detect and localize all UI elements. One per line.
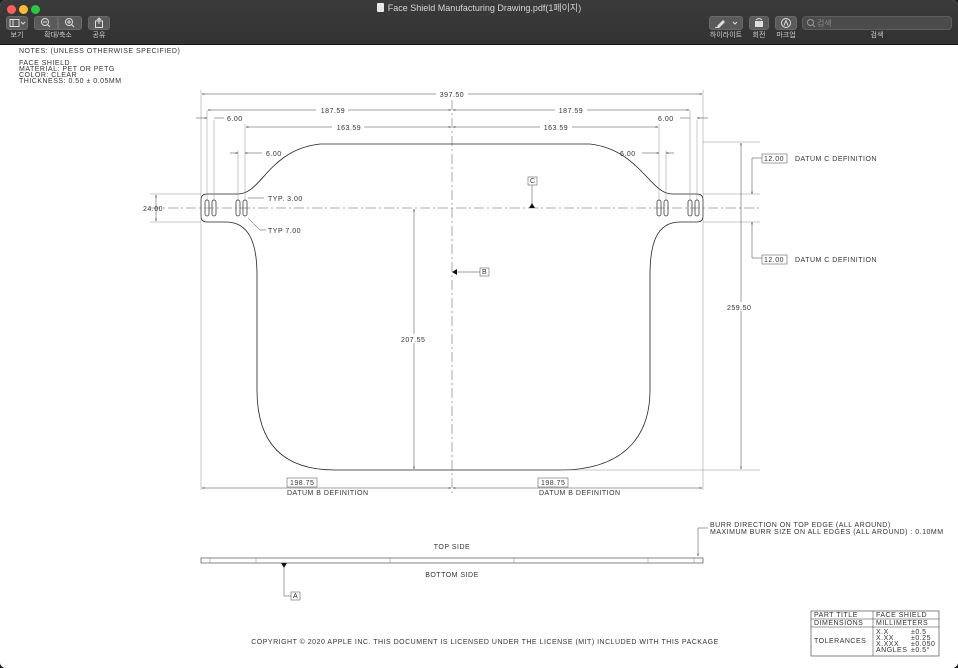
- datum-b-right-value: 198.75: [541, 480, 565, 487]
- highlight-label: 하이라이트: [709, 32, 743, 39]
- extension-lines: [150, 90, 760, 490]
- dim-slot-right: 6.00: [658, 116, 674, 123]
- face-shield-drawing: NOTES: (UNLESS OTHERWISE SPECIFIED) FACE…: [19, 48, 944, 657]
- markup-button[interactable]: [775, 16, 797, 30]
- datum-b-left-label: DATUM B DEFINITION: [287, 490, 369, 497]
- zoom-out-icon: [41, 18, 51, 28]
- dim-half-right: 187.59: [559, 108, 583, 115]
- title-block: PART TITLE FACE SHIELD DIMENSIONS MILLIM…: [810, 610, 940, 657]
- search-field[interactable]: [802, 16, 952, 30]
- datum-c-bottom-label: DATUM C DEFINITION: [795, 257, 877, 264]
- dimensions-label: DIMENSIONS: [814, 620, 863, 627]
- zoom-label: 확대/축소: [44, 32, 72, 39]
- burr-note-line2: MAXIMUM BURR SIZE ON ALL EDGES (ALL AROU…: [710, 529, 944, 536]
- view-label: 보기: [10, 32, 24, 39]
- burr-note-line1: BURR DIRECTION ON TOP EDGE (ALL AROUND): [710, 522, 891, 529]
- markup-label: 마크업: [776, 32, 796, 39]
- share-icon: [95, 17, 103, 28]
- dim-tab-height: 24.00: [143, 206, 163, 213]
- view-button[interactable]: [6, 16, 28, 30]
- zoom-out-button[interactable]: [34, 16, 58, 30]
- pdf-page: NOTES: (UNLESS OTHERWISE SPECIFIED) FACE…: [0, 45, 958, 668]
- dim-center-height: 207.55: [401, 337, 425, 344]
- highlight-button[interactable]: [709, 16, 743, 30]
- bottom-side-label: BOTTOM SIDE: [425, 572, 479, 579]
- search-icon: [807, 19, 816, 28]
- dim-overall-height: 259.50: [727, 305, 751, 312]
- tolerance-key: ANGLES: [876, 647, 907, 654]
- window-title: Face Shield Manufacturing Drawing.pdf(1페…: [387, 3, 582, 13]
- dimension-lines: [156, 94, 762, 488]
- share-button[interactable]: [88, 16, 110, 30]
- dim-half-left: 187.59: [321, 108, 345, 115]
- pdf-document-icon: [376, 3, 384, 12]
- window-title-area: Face Shield Manufacturing Drawing.pdf(1페…: [0, 2, 958, 14]
- dim-inner-left: 163.59: [337, 125, 361, 132]
- markup-pen-icon: [781, 18, 791, 28]
- svg-text:C: C: [530, 178, 536, 185]
- sidebar-icon: [9, 19, 26, 27]
- search-label: 검색: [870, 32, 884, 39]
- datum-b-right-label: DATUM B DEFINITION: [539, 490, 621, 497]
- part-title-value: FACE SHIELD: [876, 612, 927, 619]
- preview-window: Face Shield Manufacturing Drawing.pdf(1페…: [0, 0, 958, 668]
- part-title-label: PART TITLE: [814, 612, 858, 619]
- datum-b-left-value: 198.75: [290, 480, 314, 487]
- copyright-notice: COPYRIGHT © 2020 APPLE INC. THIS DOCUMEN…: [251, 638, 719, 646]
- datum-c-bottom-value: 12.00: [764, 257, 784, 264]
- side-view: TOP SIDE BOTTOM SIDE BURR DIRECTION ON T…: [200, 522, 944, 601]
- dim-typ-spacing: TYP. 3.00: [268, 196, 303, 203]
- notes-heading: NOTES: (UNLESS OTHERWISE SPECIFIED): [19, 48, 180, 55]
- zoom-in-icon: [65, 18, 75, 28]
- search-input[interactable]: [817, 17, 947, 29]
- dim-typ-offset: TYP 7.00: [268, 228, 301, 235]
- datum-c-marker: C: [527, 176, 538, 208]
- rotate-button[interactable]: [749, 16, 769, 30]
- dim-hole-left: 6.00: [266, 151, 282, 158]
- datum-b-marker: B: [452, 267, 490, 277]
- dim-inner-right: 163.59: [544, 125, 568, 132]
- rotate-label: 회전: [752, 32, 766, 39]
- zoom-in-button[interactable]: [58, 16, 82, 30]
- rotate-icon: [755, 18, 763, 27]
- dim-overall-width: 397.50: [440, 92, 464, 99]
- top-side-label: TOP SIDE: [434, 544, 470, 551]
- datum-a-marker: A: [293, 593, 298, 600]
- dimensions-value: MILLIMETERS: [876, 620, 928, 627]
- tolerances-label: TOLERANCES: [814, 638, 866, 645]
- datum-c-top-value: 12.00: [764, 156, 784, 163]
- dim-slot-left: 6.00: [227, 116, 243, 123]
- dim-hole-right: 6.00: [620, 151, 636, 158]
- highlighter-icon: [715, 20, 738, 28]
- datum-c-top-label: DATUM C DEFINITION: [795, 156, 877, 163]
- svg-text:B: B: [482, 269, 487, 276]
- note-line: THICKNESS: 0.50 ± 0.05MM: [19, 78, 122, 85]
- share-label: 공유: [92, 32, 106, 39]
- titlebar: Face Shield Manufacturing Drawing.pdf(1페…: [0, 0, 958, 45]
- tolerance-value: ±0.5°: [911, 646, 930, 654]
